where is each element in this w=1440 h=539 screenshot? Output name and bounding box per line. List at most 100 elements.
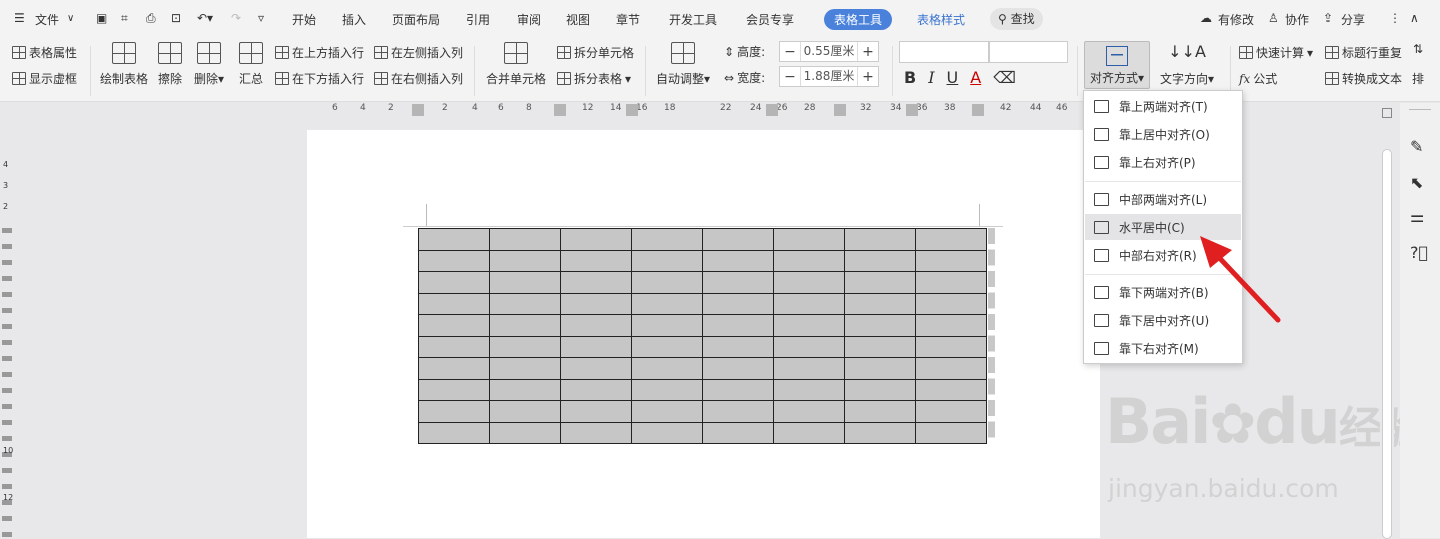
table-cell[interactable] (702, 357, 774, 380)
table-cell[interactable] (844, 400, 916, 423)
share-button[interactable]: 分享 (1341, 11, 1365, 28)
table-cell[interactable] (844, 228, 916, 251)
cursor-icon[interactable]: ⬉ (1410, 173, 1423, 192)
table-cell[interactable] (489, 357, 561, 380)
table-cell[interactable] (702, 335, 774, 358)
insert-right-button[interactable]: 在右侧插入列 (374, 70, 463, 87)
table-cell[interactable] (560, 400, 632, 423)
table-cell[interactable] (702, 228, 774, 251)
table-cell[interactable] (773, 357, 845, 380)
font-name-select[interactable] (899, 41, 989, 63)
print-icon[interactable]: ⎙ (146, 11, 156, 26)
table-cell[interactable] (560, 378, 632, 401)
table-cell[interactable] (489, 292, 561, 315)
table-cell[interactable] (489, 378, 561, 401)
table-props-button[interactable]: 表格属性 (12, 44, 77, 61)
tab-member[interactable]: 会员专享 (746, 11, 794, 28)
table-cell[interactable] (915, 400, 987, 423)
width-input[interactable]: 1.88厘米 (800, 67, 858, 86)
table-cell[interactable] (773, 228, 845, 251)
bold-button[interactable]: B (904, 68, 916, 87)
table-cell[interactable] (915, 228, 987, 251)
table-cell[interactable] (844, 378, 916, 401)
table-cell[interactable] (489, 271, 561, 294)
table-cell[interactable] (560, 228, 632, 251)
tab-insert[interactable]: 插入 (342, 11, 366, 28)
table-cell[interactable] (773, 378, 845, 401)
table-cell[interactable] (844, 314, 916, 337)
table-cell[interactable] (489, 228, 561, 251)
underline-button[interactable]: U (947, 68, 959, 87)
repeat-header-button[interactable]: 标题行重复 (1325, 44, 1402, 61)
sort-button[interactable]: ⇅ 排 (1412, 42, 1424, 87)
table-cell[interactable] (489, 249, 561, 272)
table-cell[interactable] (915, 421, 987, 444)
width-stepper[interactable]: −1.88厘米 + (779, 66, 879, 87)
changes-status[interactable]: 有修改 (1218, 11, 1254, 28)
ruler-column-marker[interactable] (412, 104, 424, 116)
table-cell[interactable] (915, 249, 987, 272)
table-cell[interactable] (631, 335, 703, 358)
table-cell[interactable] (560, 249, 632, 272)
formula-button[interactable]: fx 公式 (1239, 70, 1277, 87)
table-cell[interactable] (418, 421, 490, 444)
hamburger-icon[interactable]: ☰ (14, 11, 25, 25)
vertical-scrollbar[interactable] (1380, 103, 1394, 539)
quick-calc-button[interactable]: 快速计算 ▾ (1239, 44, 1313, 61)
table-cell[interactable] (702, 421, 774, 444)
format-painter-icon[interactable]: ⌗ (121, 11, 128, 26)
table-cell[interactable] (702, 314, 774, 337)
table-cell[interactable] (844, 421, 916, 444)
table-cell[interactable] (489, 400, 561, 423)
ruler-column-marker[interactable] (554, 104, 566, 116)
undo-icon[interactable]: ↶▾ (197, 11, 213, 25)
tab-review[interactable]: 审阅 (517, 11, 541, 28)
table-cell[interactable] (560, 421, 632, 444)
height-input[interactable]: 0.55厘米 (800, 42, 858, 61)
scroll-corner-icon[interactable] (1382, 108, 1392, 118)
redo-icon[interactable]: ↷ (231, 11, 241, 25)
table-cell[interactable] (702, 378, 774, 401)
chevron-down-icon[interactable]: ∨ (67, 13, 74, 24)
table-cell[interactable] (631, 271, 703, 294)
table-cell[interactable] (418, 357, 490, 380)
menu-item-bottom-right[interactable]: 靠下右对齐(M) (1085, 335, 1241, 361)
auto-adjust-button[interactable]: 自动调整▾ (656, 42, 710, 87)
print-preview-icon[interactable]: ⊡ (171, 11, 181, 25)
ruler-column-marker[interactable] (766, 104, 778, 116)
table-cell[interactable] (702, 400, 774, 423)
pen-icon[interactable]: ✎ (1410, 137, 1423, 156)
tab-view[interactable]: 视图 (566, 11, 590, 28)
table-cell[interactable] (773, 292, 845, 315)
minus-icon[interactable]: − (780, 44, 800, 60)
menu-item-top-right[interactable]: 靠上右对齐(P) (1085, 149, 1241, 175)
settings-sliders-icon[interactable]: ⚌ (1410, 207, 1424, 226)
file-menu[interactable]: 文件 (35, 11, 59, 28)
erase-button[interactable]: 擦除 (158, 42, 182, 87)
table-cell[interactable] (915, 335, 987, 358)
insert-left-button[interactable]: 在左侧插入列 (374, 44, 463, 61)
table-cell[interactable] (631, 314, 703, 337)
table-cell[interactable] (773, 400, 845, 423)
save-icon[interactable]: ▣ (96, 11, 107, 25)
table-cell[interactable] (844, 357, 916, 380)
italic-button[interactable]: I (928, 68, 934, 87)
show-grid-button[interactable]: 显示虚框 (12, 70, 77, 87)
table-cell[interactable] (844, 271, 916, 294)
table-cell[interactable] (915, 271, 987, 294)
chevron-up-icon[interactable]: ∧ (1410, 11, 1419, 25)
ruler-column-marker[interactable] (626, 104, 638, 116)
minus-icon[interactable]: − (780, 69, 800, 85)
align-button[interactable]: 对齐方式▾ (1084, 41, 1150, 89)
split-cell-button[interactable]: 拆分单元格 (557, 44, 634, 61)
tab-start[interactable]: 开始 (292, 11, 316, 28)
text-direction-button[interactable]: ↓↓A 文字方向▾ (1160, 42, 1214, 87)
delete-button[interactable]: 删除▾ (194, 42, 224, 87)
table-cell[interactable] (844, 292, 916, 315)
table-cell[interactable] (560, 335, 632, 358)
table-cell[interactable] (631, 292, 703, 315)
menu-item-top-justify[interactable]: 靠上两端对齐(T) (1085, 93, 1241, 119)
table-cell[interactable] (560, 292, 632, 315)
insert-above-button[interactable]: 在上方插入行 (275, 44, 364, 61)
table-cell[interactable] (631, 378, 703, 401)
